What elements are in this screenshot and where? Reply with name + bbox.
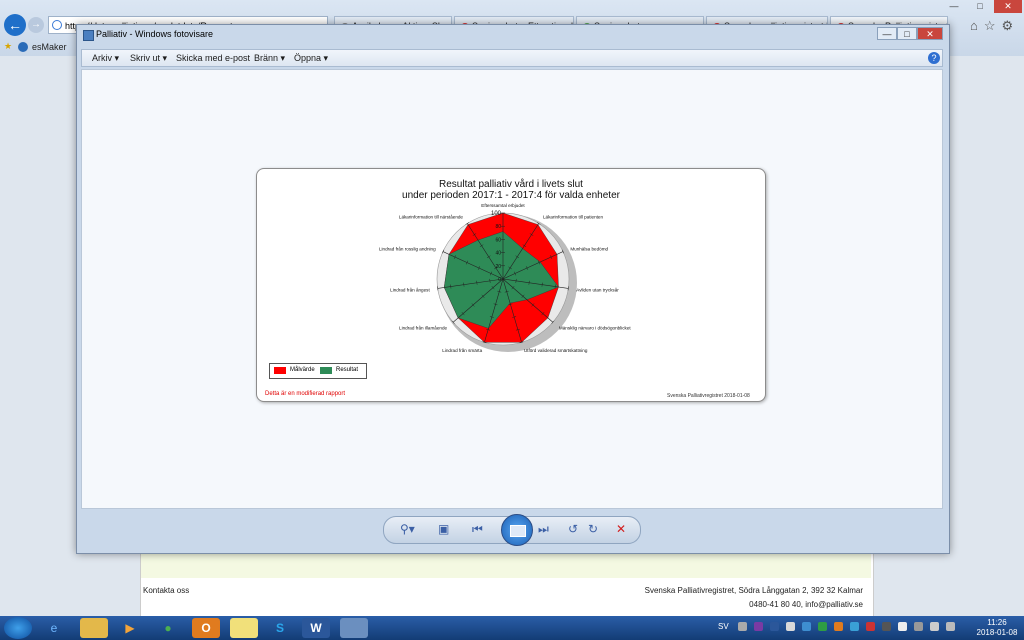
menu-skicka-med-e-post[interactable]: Skicka med e-post (176, 53, 250, 63)
menu-branna[interactable]: Bränn ▾ (254, 53, 285, 64)
tray-icon[interactable] (898, 622, 907, 631)
radar-axis-tick-label: 40 (495, 251, 501, 257)
delete-icon[interactable]: ✕ (616, 522, 626, 536)
radar-category-label: Läkarinformation till närstående (399, 214, 464, 220)
bookmark-esmaker[interactable]: esMaker (32, 42, 67, 52)
sticky-notes-icon[interactable] (230, 618, 258, 638)
contact-link[interactable]: Kontakta oss (143, 586, 189, 595)
back-button[interactable]: ← (4, 14, 26, 36)
tray-icon[interactable] (770, 622, 779, 631)
radar-axis-tick-label: 60 (495, 237, 501, 243)
tray-icon[interactable] (850, 622, 859, 631)
chrome-icon[interactable]: ● (154, 618, 182, 638)
tray-icon[interactable] (882, 622, 891, 631)
ie-icon[interactable]: e (40, 618, 68, 638)
viewer-menubar: Arkiv ▾ Skriv ut ▾ Skicka med e-post Brä… (81, 49, 943, 67)
media-player-icon[interactable]: ▶ (116, 618, 144, 638)
forward-button[interactable]: → (28, 17, 44, 33)
viewer-toolbar: ⚲▾ ▣ ⏮ ⏭ ↺ ↻ ✕ (383, 514, 641, 546)
minimize-icon[interactable]: — (877, 27, 897, 40)
radar-category-label: Munhälsa bedömd (570, 246, 608, 251)
report-credit: Svenska Palliativregistret 2018-01-08 (667, 393, 750, 399)
network-icon[interactable] (930, 622, 939, 631)
esmaker-icon (18, 42, 28, 52)
radar-category-label: Lindrad från ångest (390, 287, 430, 293)
viewer-window-controls: — □ ✕ (877, 27, 943, 41)
page-footer: Kontakta oss Svenska Palliativregistret,… (141, 578, 871, 616)
photo-viewer-icon (83, 30, 94, 41)
legend-swatch-resultat (320, 367, 332, 374)
radar-category-label: Lindrad från rosslig andning (379, 245, 436, 251)
tray-icon[interactable] (818, 622, 827, 631)
clock-date[interactable]: 2018-01-08 (970, 628, 1024, 637)
tray-icon[interactable] (914, 622, 923, 631)
site-icon (52, 20, 62, 30)
radar-category-label: Efterssamtal erbjudet (481, 203, 525, 208)
maximize-icon[interactable]: □ (968, 0, 992, 13)
menu-arkiv[interactable]: Arkiv ▾ (92, 53, 119, 64)
radar-axis-tick-label: 80 (495, 224, 501, 230)
radar-category-label: Lindrad från smärta (442, 347, 482, 353)
start-button[interactable] (4, 617, 32, 639)
tray-icon[interactable] (738, 622, 747, 631)
menu-skriv-ut[interactable]: Skriv ut ▾ (130, 53, 167, 64)
legend-swatch-malvarde (274, 367, 286, 374)
tray-icon[interactable] (802, 622, 811, 631)
star-icon[interactable]: ★ (4, 41, 12, 52)
tray-icon[interactable] (754, 622, 763, 631)
report-image: Resultat palliativ vård i livets slut un… (256, 168, 766, 402)
footer-contact: 0480-41 80 40, info@palliativ.se (749, 600, 863, 609)
word-icon[interactable]: W (302, 618, 330, 638)
browser-home-icons[interactable]: ⌂☆⚙ (970, 18, 1019, 34)
radar-axis-tick-label: 20 (495, 264, 501, 270)
skype-icon[interactable]: S (266, 618, 294, 638)
outlook-icon[interactable]: O (192, 618, 220, 638)
menu-oppna[interactable]: Öppna ▾ (294, 53, 328, 64)
slideshow-icon[interactable] (501, 514, 533, 546)
maximize-icon[interactable]: □ (897, 27, 917, 40)
footer-address: Svenska Palliativregistret, Södra Långga… (644, 586, 863, 595)
photo-viewer-taskbar-icon[interactable] (340, 618, 368, 638)
close-icon[interactable]: ✕ (917, 27, 943, 40)
radar-category-label: Läkarinformation till patienten (543, 215, 603, 220)
tray-icon[interactable] (834, 622, 843, 631)
clock-time[interactable]: 11:26 (980, 618, 1014, 627)
rotate-right-icon[interactable]: ↻ (588, 522, 598, 536)
minimize-icon[interactable]: — (942, 0, 966, 13)
explorer-icon[interactable] (80, 618, 108, 638)
legend-label-malvarde: Målvärde (290, 367, 315, 373)
close-icon[interactable]: ✕ (994, 0, 1022, 13)
radar-category-label: Lindrad från illamående (399, 324, 447, 330)
modified-report-note: Detta är en modifierad rapport (265, 391, 346, 397)
next-icon[interactable]: ⏭ (538, 522, 549, 537)
window-title: Palliativ - Windows fotovisare (96, 29, 214, 39)
radar-axis-tick-label: 100 (491, 211, 502, 217)
volume-icon[interactable] (946, 622, 955, 631)
taskbar: e ▶ ● O S W SV 11:26 2018-01-08 (0, 616, 1024, 640)
zoom-icon[interactable]: ⚲▾ (400, 522, 415, 536)
legend-label-resultat: Resultat (336, 367, 359, 373)
actual-size-icon[interactable]: ▣ (438, 522, 449, 536)
rotate-left-icon[interactable]: ↺ (568, 522, 578, 536)
radar-category-label: Avliden utan trycksår (576, 287, 619, 293)
previous-icon[interactable]: ⏮ (472, 522, 483, 537)
radar-axis-tick-label: 0 (498, 277, 501, 283)
language-indicator[interactable]: SV (718, 622, 729, 631)
chart-legend: Målvärde Resultat (269, 363, 367, 379)
radar-category-label: Mänsklig närvaro i dödsögonblicket (559, 325, 631, 330)
radar-category-label: Utförd validerad smärtskattning (524, 348, 588, 353)
help-icon[interactable]: ? (928, 52, 940, 64)
tray-icon[interactable] (786, 622, 795, 631)
browser-window-controls: — □ ✕ (942, 0, 1024, 14)
tray-icon[interactable] (866, 622, 875, 631)
